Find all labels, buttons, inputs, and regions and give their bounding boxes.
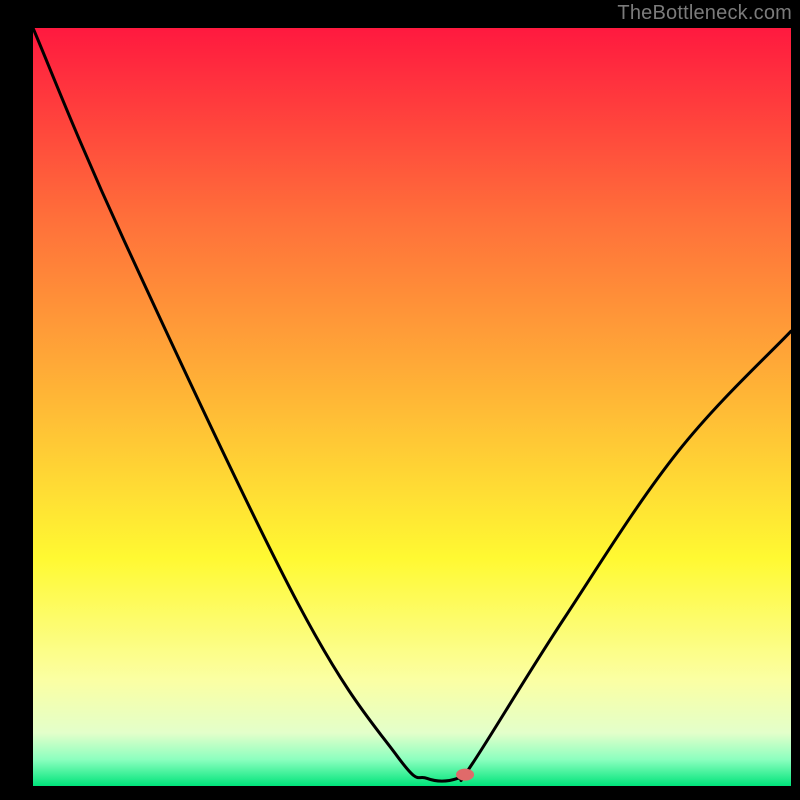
gradient-background	[33, 28, 791, 786]
chart-svg	[33, 28, 791, 786]
optimal-marker	[456, 769, 474, 781]
plot-area	[33, 28, 791, 786]
attribution-text: TheBottleneck.com	[617, 2, 792, 25]
chart-frame: TheBottleneck.com	[0, 0, 800, 800]
